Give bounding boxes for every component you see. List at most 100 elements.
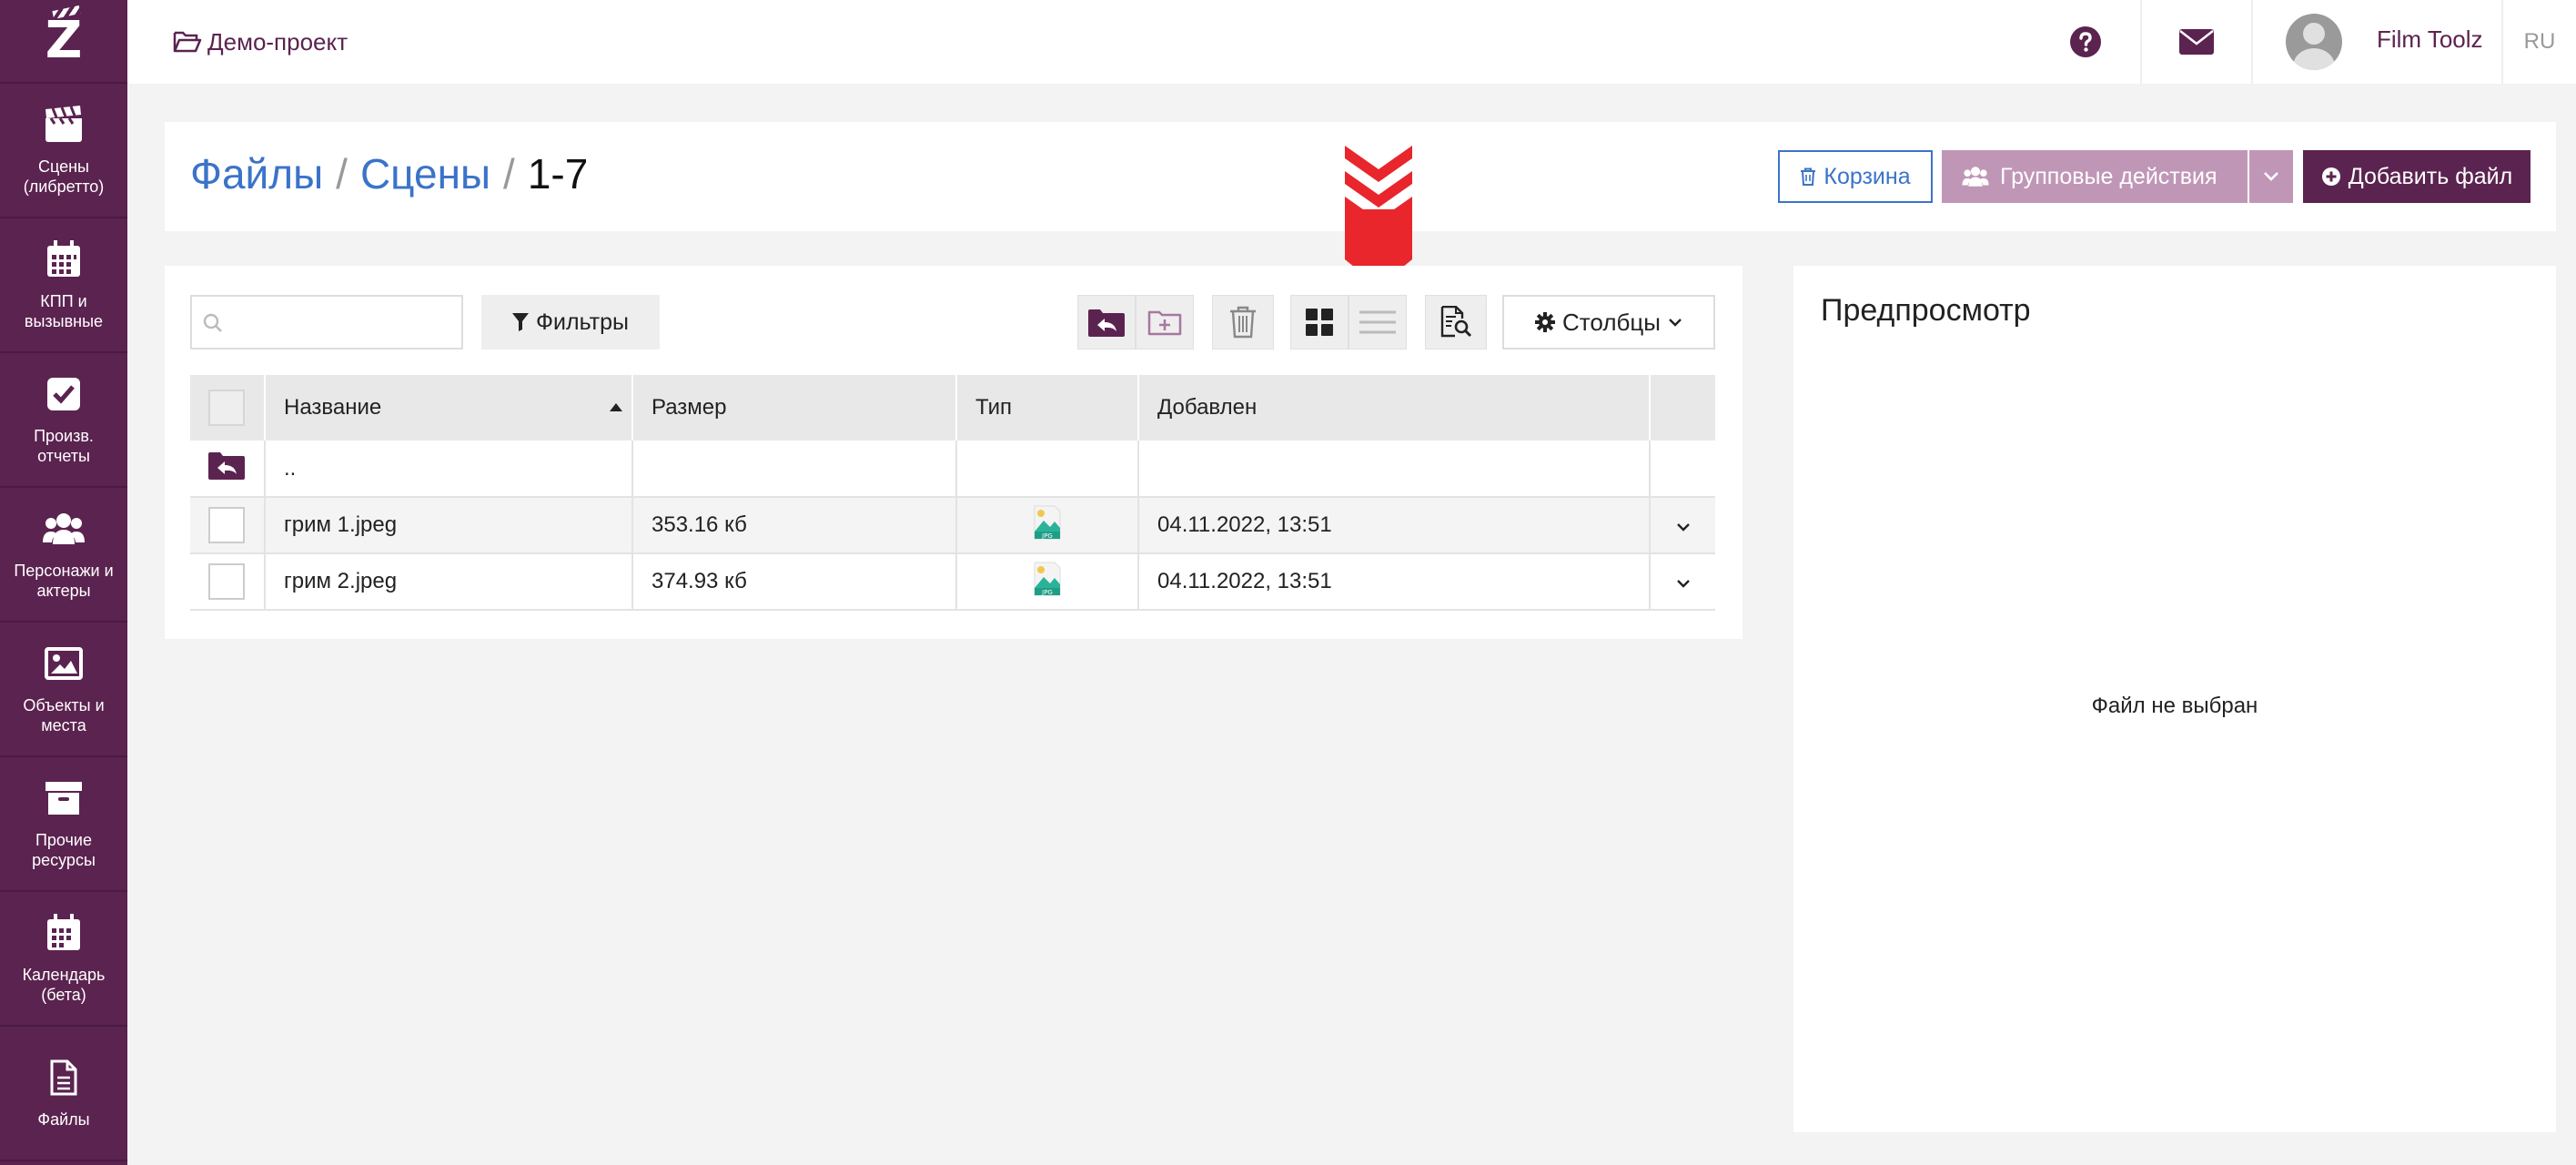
sidebar-item-label: Календарь (бета)	[22, 966, 106, 1004]
image-icon	[43, 643, 85, 684]
avatar	[2286, 14, 2342, 70]
group-actions-dropdown-toggle[interactable]	[2248, 150, 2293, 203]
users-icon	[1962, 167, 1989, 187]
file-added: 04.11.2022, 13:51	[1138, 553, 1651, 611]
preview-empty-message: Файл не выбран	[2091, 694, 2258, 718]
group-actions-label: Групповые действия	[2000, 163, 2217, 189]
file-name[interactable]: грим 2.jpeg	[265, 553, 633, 611]
sidebar-item-label: Произв. отчеты	[34, 427, 94, 465]
project-name: Демо-проект	[207, 27, 349, 56]
sidebar-item-label: Файлы	[37, 1110, 90, 1129]
column-header-type[interactable]: Тип	[956, 375, 1139, 441]
columns-button[interactable]: Столбцы	[1502, 295, 1715, 350]
chevron-down-icon	[1676, 580, 1690, 588]
archive-box-icon	[43, 777, 85, 819]
sidebar-item-label: КПП и вызывные	[24, 292, 104, 330]
sidebar-item-scenes[interactable]: Сцены (либретто)	[0, 84, 127, 218]
filters-label: Фильтры	[536, 309, 629, 335]
column-header-actions	[1650, 375, 1715, 441]
files-table: Название Размер Тип Добавлен .. грим 1.j…	[190, 375, 1715, 611]
sidebar-item-characters[interactable]: Персонажи и актеры	[0, 488, 127, 623]
gear-icon	[1535, 312, 1556, 332]
trash-icon	[1230, 306, 1256, 339]
project-link[interactable]: Демо-проект	[173, 28, 348, 56]
add-file-button[interactable]: Добавить файл	[2303, 150, 2531, 203]
sidebar-item-calendar[interactable]: Календарь (бета)	[0, 892, 127, 1027]
chevron-down-icon	[1676, 523, 1690, 532]
filters-button[interactable]: Фильтры	[481, 295, 660, 350]
sidebar-item-reports[interactable]: Произв. отчеты	[0, 353, 127, 488]
chevron-down-icon	[1669, 319, 1682, 327]
sidebar-item-label: Прочие ресурсы	[32, 831, 96, 869]
trash-button[interactable]: Корзина	[1778, 150, 1933, 203]
users-icon	[43, 508, 85, 550]
filter-icon	[512, 313, 530, 331]
logo-text: Z	[45, 11, 83, 70]
calendar-icon	[43, 912, 85, 954]
envelope-icon	[2179, 29, 2214, 55]
folder-up-button[interactable]	[1077, 295, 1136, 350]
sidebar-item-label: Объекты и места	[23, 696, 105, 734]
checkbox-icon	[43, 373, 85, 415]
breadcrumb-separator: /	[503, 150, 515, 198]
folder-back-icon	[1088, 309, 1125, 337]
grid-view-icon	[1306, 309, 1333, 336]
jpg-file-icon: JPG	[1034, 505, 1061, 540]
breadcrumb-separator: /	[336, 150, 348, 198]
calendar-grid-icon	[43, 238, 85, 280]
table-row-parent[interactable]: ..	[190, 441, 1715, 498]
table-row[interactable]: грим 2.jpeg 374.93 кб JPG 04.11.2022, 13…	[190, 553, 1715, 611]
svg-text:JPG: JPG	[1041, 532, 1053, 540]
column-header-size[interactable]: Размер	[632, 375, 957, 441]
table-row[interactable]: грим 1.jpeg 353.16 кб JPG 04.11.2022, 13…	[190, 497, 1715, 554]
breadcrumb-files[interactable]: Файлы	[190, 149, 323, 198]
breadcrumb-scenes[interactable]: Сцены	[360, 149, 490, 198]
user-menu[interactable]: Film Toolz	[2251, 0, 2501, 84]
breadcrumb-current: 1-7	[527, 150, 589, 198]
select-all-checkbox[interactable]	[208, 390, 245, 426]
trash-label: Корзина	[1823, 163, 1911, 189]
trash-icon	[1801, 167, 1816, 186]
row-expand-button[interactable]	[1650, 497, 1715, 554]
file-search-icon	[1440, 306, 1472, 338]
file-name[interactable]: грим 1.jpeg	[265, 497, 633, 554]
sidebar-item-resources[interactable]: Прочие ресурсы	[0, 757, 127, 892]
language-switch[interactable]: RU	[2501, 0, 2576, 84]
table-header-row: Название Размер Тип Добавлен	[190, 375, 1715, 441]
add-file-label: Добавить файл	[2348, 163, 2513, 189]
breadcrumb: Файлы / Сцены / 1-7	[190, 149, 588, 198]
messages-button[interactable]	[2140, 0, 2251, 84]
jpg-file-icon: JPG	[1034, 562, 1061, 596]
group-actions-button[interactable]: Групповые действия	[1942, 150, 2248, 203]
sidebar-item-files[interactable]: Файлы	[0, 1027, 127, 1161]
columns-label: Столбцы	[1562, 308, 1661, 336]
column-header-added[interactable]: Добавлен	[1138, 375, 1651, 441]
svg-text:JPG: JPG	[1041, 589, 1053, 596]
list-view-button[interactable]	[1349, 295, 1407, 350]
chevron-down-icon	[2264, 172, 2278, 181]
row-checkbox[interactable]	[208, 563, 245, 600]
question-circle-icon	[2070, 26, 2101, 57]
row-expand-button[interactable]	[1650, 553, 1715, 611]
app-logo[interactable]: Z	[0, 0, 127, 84]
preview-panel: Предпросмотр Файл не выбран	[1793, 266, 2556, 1132]
file-size: 353.16 кб	[632, 497, 957, 554]
row-checkbox[interactable]	[208, 507, 245, 543]
delete-button[interactable]	[1212, 295, 1274, 350]
sidebar-item-label: Персонажи и актеры	[14, 562, 114, 600]
folder-back-icon	[208, 452, 245, 480]
sidebar-item-label: Сцены (либретто)	[23, 157, 105, 196]
top-bar: Демо-проект Film Toolz RU	[127, 0, 2576, 84]
new-folder-button[interactable]	[1136, 295, 1194, 350]
list-view-icon	[1359, 310, 1396, 334]
parent-folder-link[interactable]: ..	[265, 441, 633, 498]
sidebar-item-kpp[interactable]: КПП и вызывные	[0, 218, 127, 353]
sidebar-item-objects[interactable]: Объекты и места	[0, 623, 127, 757]
file-size: 374.93 кб	[632, 553, 957, 611]
clapperboard-icon	[43, 104, 85, 146]
preview-toggle-button[interactable]	[1425, 295, 1487, 350]
search-input[interactable]	[190, 295, 463, 350]
help-button[interactable]	[2031, 0, 2140, 84]
column-header-name[interactable]: Название	[265, 375, 633, 441]
grid-view-button[interactable]	[1290, 295, 1349, 350]
